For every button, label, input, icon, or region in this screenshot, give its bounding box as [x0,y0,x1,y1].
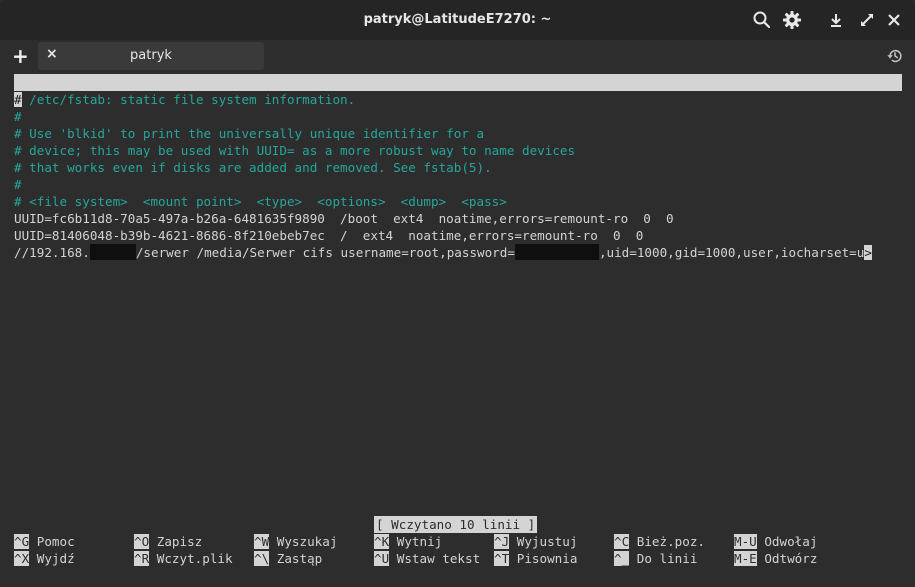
line-text: /etc/fstab: static file system informati… [21,92,356,107]
shortcut-cur-pos[interactable]: ^C Bież.poz. [614,533,705,550]
file-name: /etc/fstab [414,109,490,124]
shortcut-key: ^T [494,551,510,566]
close-icon[interactable] [884,10,904,30]
shortcut-key: ^_ [614,551,630,566]
shortcut-cut[interactable]: ^K Wytnij [374,533,442,550]
shortcut-help[interactable]: ^G Pomoc [14,533,75,550]
new-tab-button[interactable]: + [12,45,29,67]
file-line-9: UUID=81406048-b39b-4621-8686-8f210ebeb7e… [14,228,644,243]
tab-label: patryk [130,48,172,63]
file-line-7: # <file system> <mount point> <type> <op… [14,194,507,209]
file-line-1: # /etc/fstab: static file system informa… [14,91,355,108]
shortcut-paste[interactable]: ^U Wstaw tekst [374,550,480,567]
file-line-2: # [14,109,22,124]
shortcut-label: Odtwórz [764,551,818,566]
shortcut-search[interactable]: ^W Wyszukaj [254,533,337,550]
shortcut-redo[interactable]: M-E Odtwórz [734,550,817,567]
shortcut-undo[interactable]: M-U Odwołaj [734,533,817,550]
tab-patryk[interactable]: × patryk [38,42,264,70]
nano-status-message: [ Wczytano 10 linii ] [374,516,538,533]
line-truncation-marker: > [864,245,872,260]
nano-editor[interactable]: GNU nano 4.8 /etc/fstab # /etc/fstab: st… [14,74,902,574]
file-line-10: //192.168. /serwer /media/Serwer cifs use… [14,244,872,261]
shortcut-key: ^X [14,551,30,566]
file-line-3: # Use 'blkid' to print the universally u… [14,126,485,141]
file-line-4: # device; this may be used with UUID= as… [14,143,576,158]
shortcut-label: Wytnij [396,534,443,549]
shortcut-label: Bież.poz. [636,534,706,549]
history-icon[interactable] [886,47,904,65]
gear-icon[interactable] [782,10,802,30]
redacted-block [89,244,136,260]
shortcut-read-file[interactable]: ^R Wczyt.plik [134,550,233,567]
file-line-6: # [14,177,22,192]
shortcut-key: ^J [494,534,510,549]
text-cursor: # [14,92,22,107]
shortcut-key: ^U [374,551,390,566]
shortcut-key: ^R [134,551,150,566]
shortcut-label: Wyjdź [36,551,75,566]
shortcut-spell[interactable]: ^T Pisownia [494,550,577,567]
shortcut-label: Zastąp [276,551,323,566]
shortcut-key: M-E [734,551,757,566]
nano-header: GNU nano 4.8 /etc/fstab [14,74,902,124]
line-text-part-1: //192.168. [14,245,90,260]
download-icon[interactable] [826,10,846,30]
shortcut-key: ^\ [254,551,270,566]
shortcut-label: Pomoc [36,534,75,549]
shortcut-justify[interactable]: ^J Wyjustuj [494,533,577,550]
shortcut-label: Odwołaj [764,534,818,549]
shortcut-exit[interactable]: ^X Wyjdź [14,550,75,567]
window-title: patryk@LatitudeE7270: ~ [363,12,552,27]
search-icon[interactable] [752,10,772,30]
shortcut-replace[interactable]: ^\ Zastąp [254,550,322,567]
shortcut-label: Wyjustuj [516,534,578,549]
shortcut-save[interactable]: ^O Zapisz [134,533,202,550]
shortcut-label: Zapisz [156,534,203,549]
maximize-icon[interactable] [857,10,877,30]
shortcut-key: ^O [134,534,150,549]
file-line-5: # that works even if disks are added and… [14,160,492,175]
redacted-block [514,244,599,260]
shortcut-key: ^C [614,534,630,549]
tab-bar: + × patryk [0,40,915,74]
shortcut-go-to-line[interactable]: ^_ Do linii [614,550,697,567]
shortcut-key: ^K [374,534,390,549]
shortcut-label: Wyszukaj [276,534,338,549]
shortcut-label: Wczyt.plik [156,551,233,566]
file-line-8: UUID=fc6b11d8-70a5-497a-b26a-6481635f989… [14,211,674,226]
shortcut-label: Pisownia [516,551,578,566]
shortcut-key: M-U [734,534,757,549]
terminal-window: patryk@LatitudeE7270: ~ + × patryk GNU n… [0,0,915,587]
shortcut-key: ^W [254,534,270,549]
shortcut-label: Do linii [636,551,698,566]
titlebar: patryk@LatitudeE7270: ~ [0,0,915,40]
line-text-part-3: ,uid=1000,gid=1000,user,iocharset=u [598,245,865,260]
shortcut-label: Wstaw tekst [396,551,481,566]
line-text-part-2: /serwer /media/Serwer cifs username=root… [135,245,515,260]
shortcut-key: ^G [14,534,30,549]
